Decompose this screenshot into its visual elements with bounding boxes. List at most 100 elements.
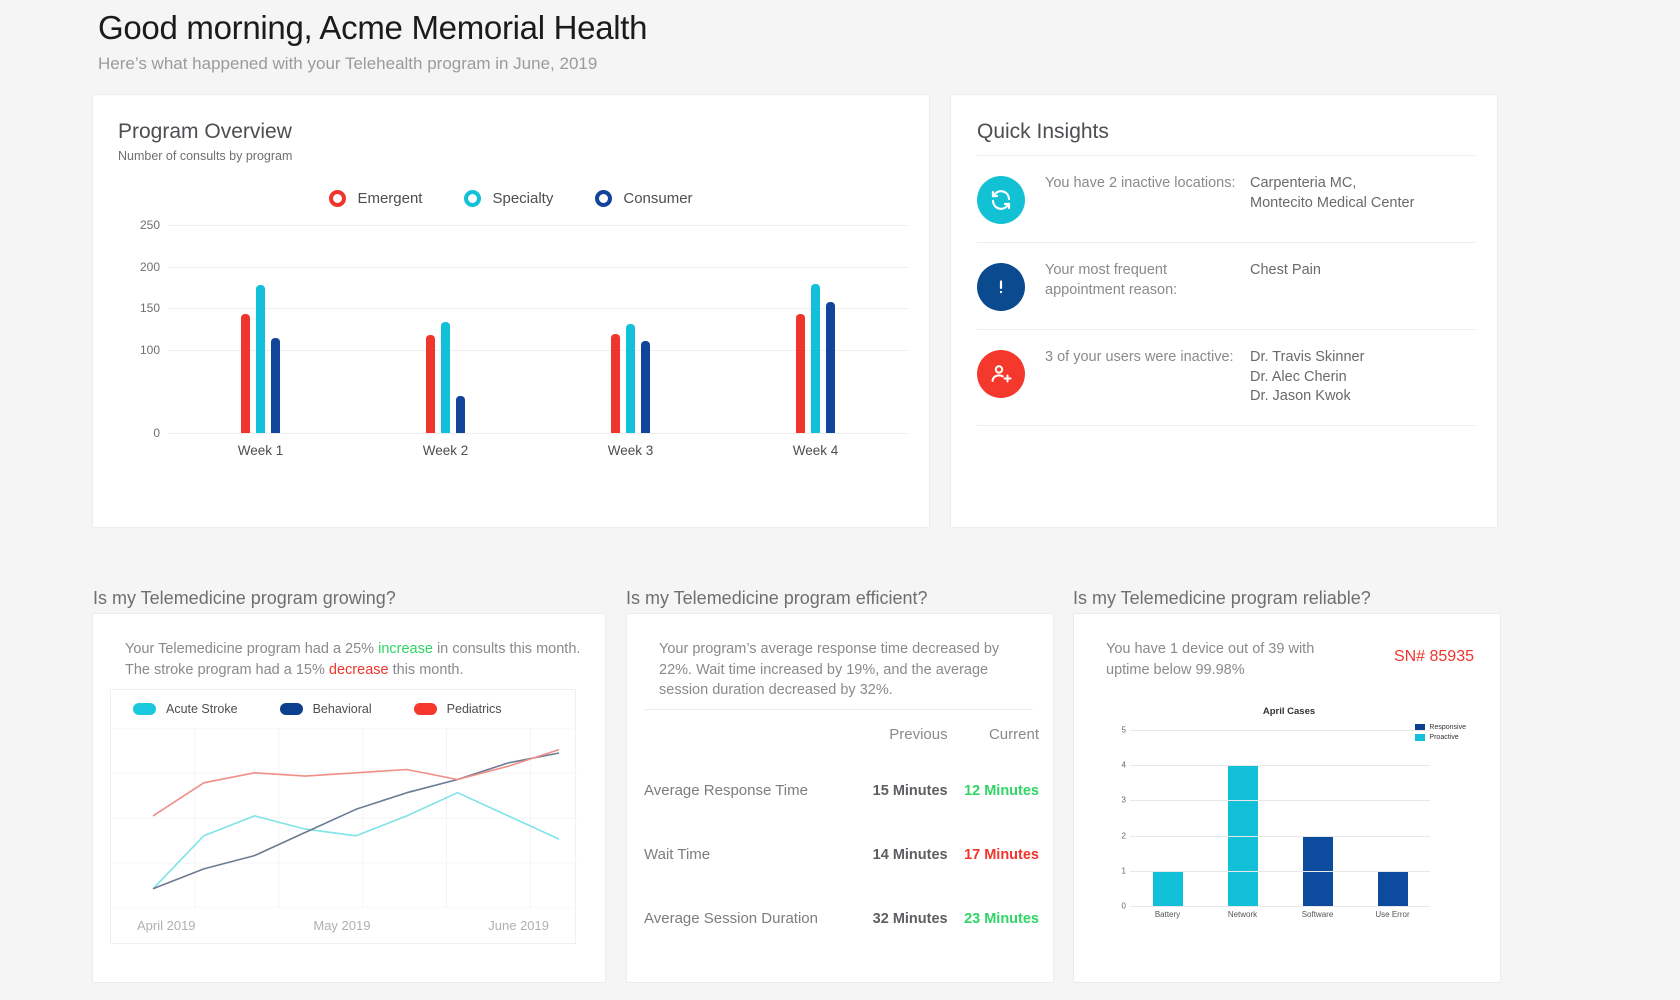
bar-emergent[interactable] [611, 334, 620, 433]
quick-insight-value: Carpenteria MC,Montecito Medical Center [1250, 174, 1475, 213]
bar-group [538, 225, 723, 433]
legend-label: Specialty [492, 190, 553, 207]
legend-item-emergent[interactable]: Emergent [329, 190, 422, 207]
reliable-card: You have 1 device out of 39 with uptime … [1073, 613, 1501, 983]
growing-section-title: Is my Telemedicine program growing? [93, 588, 396, 609]
bar-emergent[interactable] [426, 335, 435, 433]
growing-legend-item-acute-stroke[interactable]: Acute Stroke [133, 702, 238, 716]
bar-specialty[interactable] [626, 324, 635, 433]
april-cases-x-labels: BatteryNetworkSoftwareUse Error [1130, 910, 1430, 919]
growing-text-2a: The stroke program had a 15% [125, 662, 329, 678]
april-x-label: Network [1205, 910, 1280, 919]
april-x-label: Software [1280, 910, 1355, 919]
page-header: Good morning, Acme Memorial Health Here’… [98, 8, 647, 75]
reliable-section-title: Is my Telemedicine program reliable? [1073, 588, 1371, 609]
legend-label: Responsive [1429, 724, 1466, 731]
legend-item-specialty[interactable]: Specialty [464, 190, 553, 207]
legend-ring-icon [595, 190, 612, 207]
x-axis-label: Week 2 [353, 443, 538, 458]
bar-consumer[interactable] [271, 338, 280, 433]
previous-value: 15 Minutes [856, 769, 947, 833]
quick-insight-value: Dr. Travis SkinnerDr. Alec CherinDr. Jas… [1250, 348, 1475, 407]
bar-emergent[interactable] [796, 314, 805, 433]
bar-consumer[interactable] [641, 341, 650, 433]
x-axis-label: Week 3 [538, 443, 723, 458]
current-value: 12 Minutes [948, 769, 1039, 833]
legend-item-consumer[interactable]: Consumer [595, 190, 692, 207]
bar-consumer[interactable] [456, 396, 465, 433]
bar-group [723, 225, 908, 433]
legend-label: Pediatrics [447, 702, 502, 716]
decrease-highlight: decrease [329, 662, 389, 678]
x-axis-labels: Week 1Week 2Week 3Week 4 [168, 443, 908, 458]
bar-specialty[interactable] [441, 322, 450, 433]
add-user-icon [977, 350, 1025, 398]
growing-x-axis-labels: April 2019May 2019June 2019 [111, 918, 575, 933]
legend-label: Proactive [1429, 734, 1458, 741]
april-x-label: Battery [1130, 910, 1205, 919]
growing-text-1b: in consults this month. [433, 641, 581, 657]
growing-text-2b: this month. [389, 662, 464, 678]
table-row: Average Response Time15 Minutes12 Minute… [644, 769, 1039, 833]
column-header: Current [948, 716, 1039, 769]
table-row: Wait Time14 Minutes17 Minutes [644, 833, 1039, 897]
bar-group [353, 225, 538, 433]
growing-legend-item-pediatrics[interactable]: Pediatrics [414, 702, 502, 716]
april-bar-column [1355, 871, 1430, 906]
increase-highlight: increase [378, 641, 433, 657]
quick-insights-card: Quick Insights You have 2 inactive locat… [950, 94, 1498, 528]
april-bar-column [1130, 871, 1205, 906]
bar-specialty[interactable] [256, 285, 265, 433]
growing-trend-chart: Acute Stroke Behavioral Pediatrics April 2… [110, 689, 576, 944]
legend-pill-icon [280, 703, 303, 715]
april-bar-use-error[interactable] [1378, 871, 1408, 906]
efficient-metrics-table: PreviousCurrent Average Response Time15 … [644, 716, 1039, 961]
legend-ring-icon [329, 190, 346, 207]
quick-insight-row[interactable]: 3 of your users were inactive:Dr. Travis… [977, 330, 1475, 426]
y-tick-label: 150 [140, 301, 160, 315]
bar-specialty[interactable] [811, 284, 820, 433]
metric-name: Average Session Duration [644, 897, 856, 961]
legend-pill-icon [414, 703, 437, 715]
page-subtitle: Here’s what happened with your Telehealt… [98, 53, 647, 75]
efficient-card: Your program’s average response time dec… [626, 613, 1054, 983]
april-cases-title: April Cases [1104, 706, 1474, 717]
program-overview-subtitle: Number of consults by program [118, 149, 292, 163]
reliable-summary-text: You have 1 device out of 39 with uptime … [1106, 639, 1350, 680]
month-label: May 2019 [313, 918, 370, 933]
april-cases-plot: 012345 [1130, 730, 1430, 906]
y-tick-label: 3 [1116, 796, 1126, 805]
program-overview-title: Program Overview [118, 120, 292, 144]
growing-card: Your Telemedicine program had a 25% incr… [92, 613, 606, 983]
legend-ring-icon [464, 190, 481, 207]
growing-summary-text: Your Telemedicine program had a 25% incr… [125, 639, 581, 680]
y-tick-label: 0 [153, 426, 160, 440]
growing-chart-legend: Acute Stroke Behavioral Pediatrics [133, 702, 502, 716]
quick-insight-row[interactable]: Your most frequent appointment reason:Ch… [977, 243, 1475, 330]
y-tick-label: 100 [140, 343, 160, 357]
column-header: Previous [856, 716, 947, 769]
legend-pill-icon [133, 703, 156, 715]
legend-label: Behavioral [313, 702, 372, 716]
bar-consumer[interactable] [826, 302, 835, 433]
y-tick-label: 2 [1116, 831, 1126, 840]
x-axis-label: Week 1 [168, 443, 353, 458]
efficient-section-title: Is my Telemedicine program efficient? [626, 588, 927, 609]
page-title: Good morning, Acme Memorial Health [98, 8, 647, 48]
bar-emergent[interactable] [241, 314, 250, 433]
y-tick-label: 4 [1116, 761, 1126, 770]
gridline [1130, 836, 1430, 837]
y-tick-label: 1 [1116, 866, 1126, 875]
growing-line-svg [111, 728, 577, 908]
quick-insight-row[interactable]: You have 2 inactive locations:Carpenteri… [977, 155, 1475, 243]
bar-plot-area [168, 225, 908, 433]
april-cases-chart: April Cases Responsive Proactive 012345 B… [1104, 696, 1474, 946]
metric-name: Average Response Time [644, 769, 856, 833]
table-header-row: PreviousCurrent [644, 716, 1039, 769]
table-row: Average Session Duration32 Minutes23 Min… [644, 897, 1039, 961]
y-tick-label: 250 [140, 218, 160, 232]
growing-legend-item-behavioral[interactable]: Behavioral [280, 702, 372, 716]
april-bar-battery[interactable] [1153, 871, 1183, 906]
line-series-pediatrics [153, 750, 559, 816]
program-overview-card: Program Overview Number of consults by p… [92, 94, 930, 528]
